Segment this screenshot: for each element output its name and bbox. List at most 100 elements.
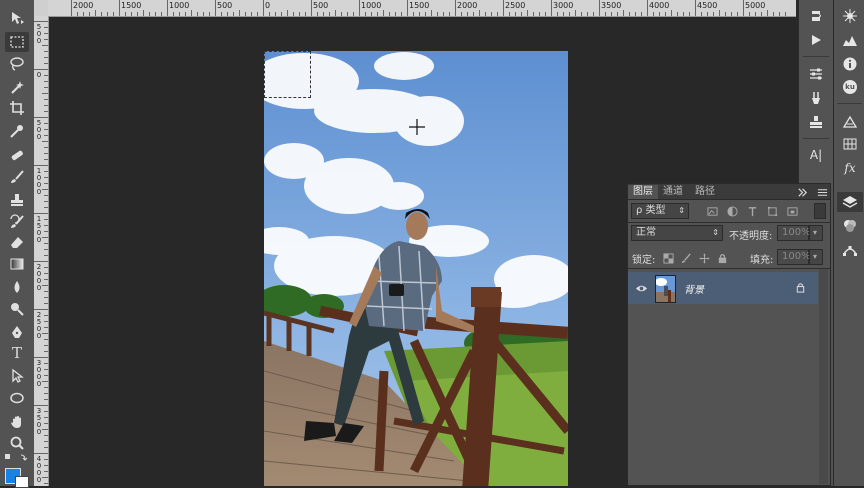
zoom-tool-icon[interactable] bbox=[5, 433, 29, 453]
clone-source-icon[interactable] bbox=[803, 112, 829, 132]
lock-image-pixels-icon[interactable] bbox=[680, 252, 692, 264]
eyedropper-tool-icon[interactable] bbox=[5, 121, 29, 141]
fill-dropdown-icon[interactable]: ▾ bbox=[809, 249, 823, 265]
tab-layers[interactable]: 图层 bbox=[628, 185, 658, 199]
ruler-minor-tick bbox=[44, 327, 48, 328]
healing-brush-tool-icon[interactable] bbox=[5, 145, 29, 165]
brush-tool-icon[interactable] bbox=[5, 167, 29, 187]
ruler-minor-tick bbox=[203, 12, 204, 16]
filter-adjustment-icon[interactable] bbox=[726, 205, 738, 217]
crop-tool-icon[interactable] bbox=[5, 98, 29, 118]
eraser-tool-icon[interactable] bbox=[5, 232, 29, 252]
lock-all-icon[interactable] bbox=[716, 252, 728, 264]
layer-row-background[interactable]: 背景 bbox=[628, 272, 818, 304]
ruler-minor-tick bbox=[44, 135, 48, 136]
ruler-label: 5000 bbox=[745, 1, 766, 10]
tab-channels[interactable]: 通道 bbox=[658, 185, 688, 199]
ruler-minor-tick bbox=[44, 393, 48, 394]
layer-visibility-eye-icon[interactable] bbox=[634, 282, 648, 294]
ruler-minor-tick bbox=[101, 12, 102, 16]
ruler-minor-tick bbox=[44, 249, 48, 250]
ruler-minor-tick bbox=[44, 123, 48, 124]
layer-name: 背景 bbox=[684, 285, 704, 296]
layer-filter-kind-select[interactable]: ρ 类型 ⇕ bbox=[631, 203, 689, 219]
move-tool-icon[interactable] bbox=[5, 8, 29, 28]
marquee-tool-icon[interactable] bbox=[5, 32, 29, 52]
type-tool-icon[interactable]: T bbox=[5, 343, 29, 363]
opacity-input[interactable]: 100% bbox=[777, 225, 811, 241]
tab-paths[interactable]: 路径 bbox=[690, 185, 720, 199]
ruler-minor-tick bbox=[77, 12, 78, 16]
ruler-minor-tick bbox=[44, 231, 48, 232]
ruler-label: 500 bbox=[36, 23, 42, 45]
fill-input[interactable]: 100% bbox=[777, 249, 811, 265]
ruler-minor-tick bbox=[419, 12, 420, 16]
ruler-minor-tick bbox=[83, 12, 84, 16]
styles-fx-icon[interactable]: fx bbox=[837, 158, 863, 178]
ruler-minor-tick bbox=[725, 12, 726, 16]
background-color-swatch[interactable] bbox=[15, 476, 29, 488]
ellipse-tool-icon[interactable] bbox=[5, 388, 29, 408]
filter-smart-object-icon[interactable] bbox=[786, 205, 798, 217]
ruler-label: 1500 bbox=[36, 215, 42, 244]
ruler-minor-tick bbox=[221, 12, 222, 16]
ruler-origin[interactable] bbox=[34, 0, 49, 17]
filter-toggle-switch[interactable] bbox=[814, 203, 826, 219]
lock-transparent-pixels-icon[interactable] bbox=[662, 252, 674, 264]
adjustments-sliders-icon[interactable] bbox=[803, 64, 829, 84]
ruler-minor-tick bbox=[623, 10, 624, 16]
lasso-tool-icon[interactable] bbox=[5, 54, 29, 74]
ruler-minor-tick bbox=[44, 267, 48, 268]
ruler-minor-tick bbox=[42, 45, 48, 46]
lock-position-icon[interactable] bbox=[698, 252, 710, 264]
ruler-minor-tick bbox=[42, 429, 48, 430]
layers-scrollbar[interactable] bbox=[819, 269, 828, 484]
ruler-minor-tick bbox=[293, 12, 294, 16]
color-panel-icon[interactable] bbox=[837, 111, 863, 131]
kuler-icon[interactable]: ku bbox=[837, 77, 863, 97]
selection-marquee[interactable] bbox=[264, 51, 311, 98]
filter-shape-icon[interactable] bbox=[766, 205, 778, 217]
pen-tool-icon[interactable] bbox=[5, 322, 29, 342]
ruler-minor-tick bbox=[341, 12, 342, 16]
ruler-label: 4000 bbox=[36, 455, 42, 484]
info-icon[interactable] bbox=[837, 54, 863, 74]
actions-play-icon[interactable] bbox=[803, 30, 829, 50]
swap-colors-icon[interactable] bbox=[3, 452, 31, 464]
paths-icon[interactable] bbox=[837, 240, 863, 260]
filter-type-icon[interactable] bbox=[746, 205, 758, 217]
ruler-minor-tick bbox=[335, 10, 336, 16]
ruler-minor-tick bbox=[659, 12, 660, 16]
hand-tool-icon[interactable] bbox=[5, 412, 29, 432]
horizontal-ruler[interactable]: 2000 1500 1000 500 0 500 1000 1500 2000 2500 3000 3… bbox=[48, 0, 796, 17]
vertical-ruler[interactable]: 500 0 500 1000 1500 2000 2500 3000 3500 4000 bbox=[34, 16, 49, 486]
collapse-panel-icon[interactable] bbox=[796, 186, 808, 198]
blend-mode-select[interactable]: 正常 ⇕ bbox=[631, 225, 723, 241]
history-panel-icon[interactable] bbox=[803, 6, 829, 26]
gradient-tool-icon[interactable] bbox=[5, 254, 29, 274]
ruler-minor-tick bbox=[431, 10, 432, 16]
ruler-major-tick bbox=[34, 309, 48, 310]
opacity-dropdown-icon[interactable]: ▾ bbox=[809, 225, 823, 241]
clone-stamp-tool-icon[interactable] bbox=[5, 190, 29, 210]
ruler-minor-tick bbox=[557, 12, 558, 16]
layers-panel-icon[interactable] bbox=[837, 192, 863, 212]
panel-menu-icon[interactable] bbox=[816, 186, 828, 198]
dodge-tool-icon[interactable] bbox=[5, 299, 29, 319]
channels-icon[interactable] bbox=[837, 216, 863, 236]
history-brush-tool-icon[interactable] bbox=[5, 212, 29, 232]
character-panel-icon[interactable]: A| bbox=[803, 145, 829, 165]
document-canvas[interactable] bbox=[264, 51, 568, 486]
ruler-minor-tick bbox=[44, 351, 48, 352]
path-selection-tool-icon[interactable] bbox=[5, 366, 29, 386]
ruler-minor-tick bbox=[641, 12, 642, 16]
brush-presets-icon[interactable] bbox=[803, 88, 829, 108]
ruler-minor-tick bbox=[44, 243, 48, 244]
blur-tool-icon[interactable] bbox=[5, 277, 29, 297]
histogram-icon[interactable] bbox=[837, 30, 863, 50]
magic-wand-tool-icon[interactable] bbox=[5, 77, 29, 97]
swatches-icon[interactable] bbox=[837, 134, 863, 154]
filter-pixel-icon[interactable] bbox=[706, 205, 718, 217]
navigator-icon[interactable] bbox=[837, 6, 863, 26]
ruler-label: 2000 bbox=[73, 1, 94, 10]
